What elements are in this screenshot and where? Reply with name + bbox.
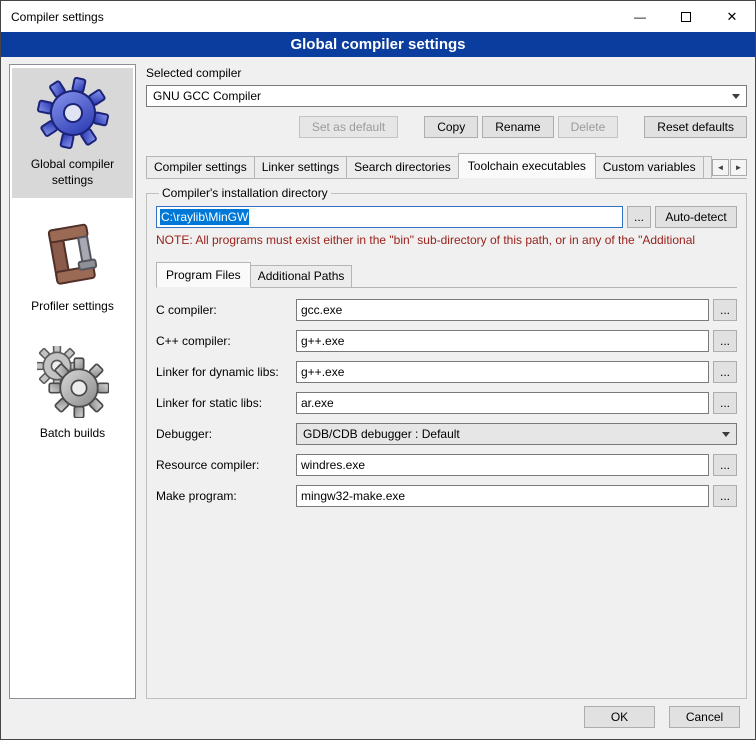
installation-directory-selected-text: C:\raylib\MinGW: [160, 209, 249, 225]
selected-compiler-label: Selected compiler: [146, 66, 747, 80]
dialog-header-title: Global compiler settings: [1, 32, 755, 57]
auto-detect-button[interactable]: Auto-detect: [655, 206, 737, 228]
ok-button[interactable]: OK: [584, 706, 655, 728]
close-icon: ✕: [727, 9, 738, 25]
installation-directory-input[interactable]: C:\raylib\MinGW: [156, 206, 623, 228]
compiler-settings-window: Compiler settings — ✕ Global compiler se…: [0, 0, 756, 740]
arrow-right-icon: ►: [735, 163, 743, 172]
installation-directory-row: C:\raylib\MinGW ... Auto-detect: [156, 206, 737, 228]
sidebar-item-batch-builds[interactable]: Batch builds: [12, 337, 133, 452]
linker-static-input[interactable]: [296, 392, 709, 414]
cpp-compiler-input[interactable]: [296, 330, 709, 352]
linker-static-label: Linker for static libs:: [156, 396, 292, 410]
compiler-toolbar: Set as default Copy Rename Delete Reset …: [146, 116, 747, 138]
linker-dynamic-input[interactable]: [296, 361, 709, 383]
compiler-gear-icon: [37, 77, 109, 149]
minimize-button[interactable]: —: [617, 1, 663, 32]
linker-dynamic-label: Linker for dynamic libs:: [156, 365, 292, 379]
copy-button[interactable]: Copy: [424, 116, 478, 138]
sidebar-item-label: Global compiler settings: [14, 157, 131, 188]
subtab-program-files[interactable]: Program Files: [156, 262, 251, 288]
close-button[interactable]: ✕: [709, 1, 755, 32]
tab-scrollers: ◄ ►: [712, 159, 747, 178]
tab-toolchain-executables[interactable]: Toolchain executables: [458, 153, 596, 179]
installation-directory-group: Compiler's installation directory C:\ray…: [146, 186, 747, 699]
cpp-compiler-browse-button[interactable]: ...: [713, 330, 737, 352]
dialog-footer: OK Cancel: [1, 701, 755, 739]
sidebar-item-global-compiler-settings[interactable]: Global compiler settings: [12, 68, 133, 198]
tab-linker-settings[interactable]: Linker settings: [254, 156, 347, 178]
window-title: Compiler settings: [1, 1, 617, 32]
selected-compiler-dropdown[interactable]: GNU GCC Compiler: [146, 85, 747, 107]
resource-compiler-browse-button[interactable]: ...: [713, 454, 737, 476]
tab-scroll-left-button[interactable]: ◄: [712, 159, 729, 176]
settings-tab-bar: Compiler settings Linker settings Search…: [146, 153, 747, 179]
note-text: NOTE: All programs must exist either in …: [156, 233, 737, 247]
profiler-clamp-icon: [37, 219, 109, 291]
set-as-default-button[interactable]: Set as default: [299, 116, 398, 138]
tab-build-options[interactable]: Buil: [703, 156, 712, 178]
tab-search-directories[interactable]: Search directories: [346, 156, 459, 178]
cpp-compiler-label: C++ compiler:: [156, 334, 292, 348]
tab-scroll-right-button[interactable]: ►: [730, 159, 747, 176]
resource-compiler-label: Resource compiler:: [156, 458, 292, 472]
sidebar-item-label: Batch builds: [40, 426, 105, 442]
chevron-down-icon: [722, 432, 730, 437]
make-program-input[interactable]: [296, 485, 709, 507]
c-compiler-browse-button[interactable]: ...: [713, 299, 737, 321]
program-files-tab-bar: Program Files Additional Paths: [156, 262, 737, 288]
rename-button[interactable]: Rename: [482, 116, 553, 138]
subtab-additional-paths[interactable]: Additional Paths: [250, 265, 353, 287]
debugger-value: GDB/CDB debugger : Default: [303, 427, 716, 441]
categories-sidebar: Global compiler settings Profiler settin…: [9, 64, 136, 699]
maximize-button[interactable]: [663, 1, 709, 32]
debugger-dropdown[interactable]: GDB/CDB debugger : Default: [296, 423, 737, 445]
debugger-label: Debugger:: [156, 427, 292, 441]
sidebar-item-profiler-settings[interactable]: Profiler settings: [12, 210, 133, 325]
chevron-down-icon: [732, 94, 740, 99]
linker-dynamic-browse-button[interactable]: ...: [713, 361, 737, 383]
sidebar-item-label: Profiler settings: [31, 299, 114, 315]
selected-compiler-value: GNU GCC Compiler: [153, 89, 726, 103]
minimize-icon: —: [634, 10, 646, 24]
linker-static-browse-button[interactable]: ...: [713, 392, 737, 414]
main-panel: Selected compiler GNU GCC Compiler Set a…: [146, 64, 747, 699]
program-files-form: C compiler: ... C++ compiler: ... Linker…: [156, 299, 737, 507]
make-program-label: Make program:: [156, 489, 292, 503]
dialog-content: Global compiler settings Profiler settin…: [1, 57, 755, 701]
c-compiler-input[interactable]: [296, 299, 709, 321]
installation-directory-browse-button[interactable]: ...: [627, 206, 651, 228]
reset-defaults-button[interactable]: Reset defaults: [644, 116, 747, 138]
tab-compiler-settings[interactable]: Compiler settings: [146, 156, 255, 178]
installation-directory-group-title: Compiler's installation directory: [159, 186, 331, 200]
tab-custom-variables[interactable]: Custom variables: [595, 156, 704, 178]
c-compiler-label: C compiler:: [156, 303, 292, 317]
batch-builds-gears-icon: [37, 346, 109, 418]
delete-button[interactable]: Delete: [558, 116, 619, 138]
maximize-icon: [681, 12, 691, 22]
cancel-button[interactable]: Cancel: [669, 706, 740, 728]
make-program-browse-button[interactable]: ...: [713, 485, 737, 507]
arrow-left-icon: ◄: [717, 163, 725, 172]
resource-compiler-input[interactable]: [296, 454, 709, 476]
titlebar: Compiler settings — ✕: [1, 1, 755, 32]
